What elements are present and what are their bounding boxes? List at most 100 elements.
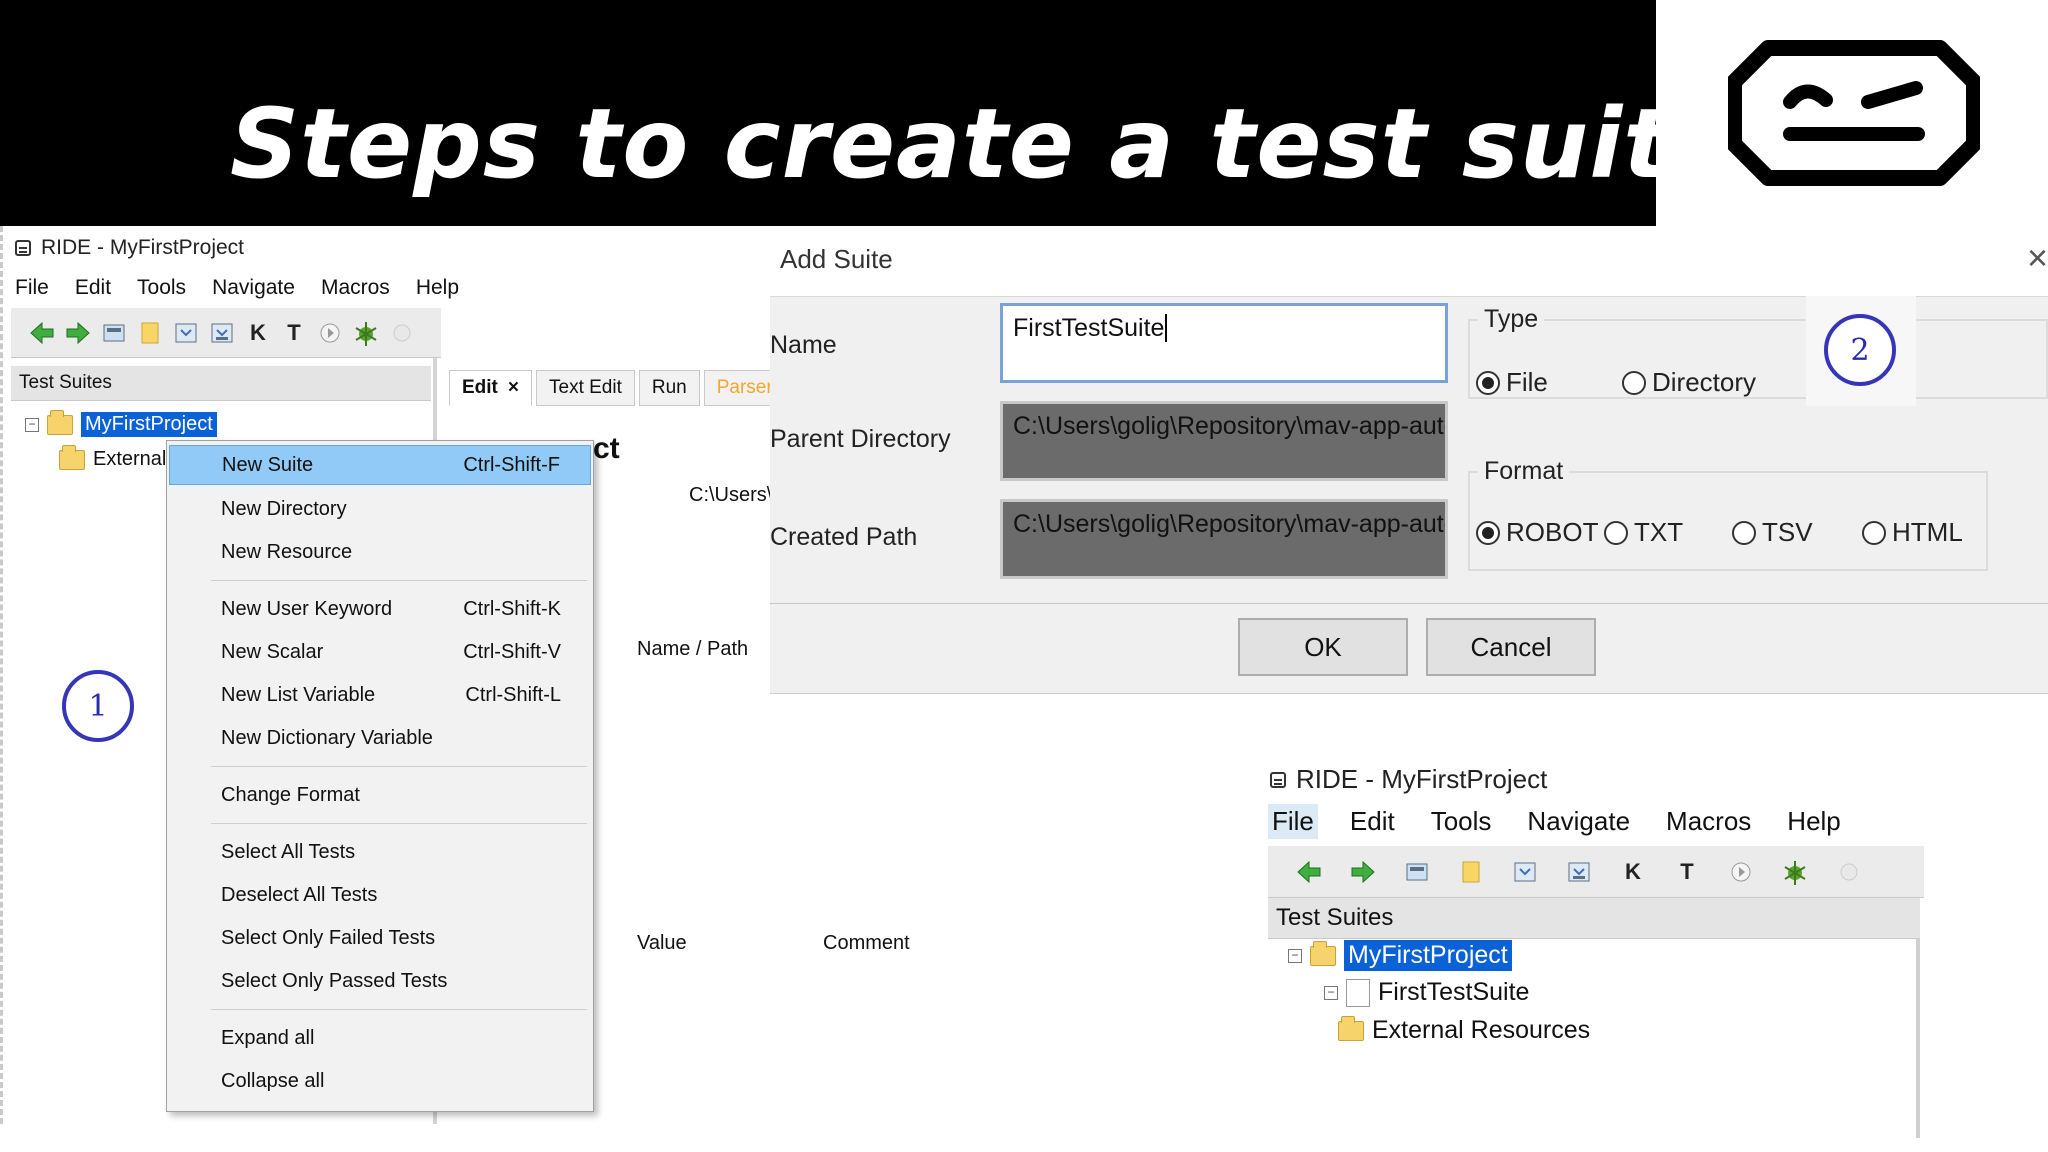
- menu-help[interactable]: Help: [412, 274, 463, 302]
- tree-row-project[interactable]: − MyFirstProject: [25, 409, 218, 438]
- menu-file[interactable]: File: [11, 274, 53, 302]
- tree-row-project[interactable]: − MyFirstProject: [1288, 939, 1513, 972]
- radio-selected-icon: [1476, 370, 1500, 395]
- menu-edit[interactable]: Edit: [71, 274, 115, 302]
- type-radio-directory[interactable]: Directory: [1622, 367, 1756, 398]
- project-heading: ct: [593, 432, 620, 465]
- close-icon[interactable]: ×: [2027, 240, 2048, 276]
- menu-separator: [211, 580, 587, 581]
- keyword-icon[interactable]: K: [245, 320, 271, 346]
- format-radio-robot[interactable]: ROBOT: [1476, 517, 1598, 548]
- tab-edit[interactable]: Edit ×: [449, 370, 532, 406]
- step-2-badge: 2: [1824, 314, 1896, 386]
- menu-item-label: Select All Tests: [221, 840, 356, 863]
- tab-run[interactable]: Run: [638, 370, 700, 406]
- menu-navigate[interactable]: Navigate: [208, 274, 299, 302]
- run-icon[interactable]: [317, 320, 343, 346]
- parent-directory-field: C:\Users\golig\Repository\mav-app-auto: [1000, 401, 1448, 481]
- tree-row-suite[interactable]: − FirstTestSuite: [1324, 978, 1529, 1007]
- tree-label-project[interactable]: MyFirstProject: [80, 411, 218, 438]
- menu-item-change-format[interactable]: Change Format: [169, 775, 591, 815]
- close-icon[interactable]: ×: [508, 377, 519, 399]
- bug-icon[interactable]: [353, 320, 379, 346]
- menu-item-label: New Suite: [222, 453, 314, 476]
- menu-item-label: New Dictionary Variable: [221, 726, 433, 749]
- menu-item-select-only-passed-tests[interactable]: Select Only Passed Tests: [169, 961, 591, 1001]
- menu-item-label: Expand all: [221, 1026, 315, 1049]
- menu-item-select-only-failed-tests[interactable]: Select Only Failed Tests: [169, 918, 591, 958]
- tree-label-project[interactable]: MyFirstProject: [1343, 939, 1513, 972]
- menu-item-new-directory[interactable]: New Directory: [169, 489, 591, 529]
- menu-item-new-suite[interactable]: New Suite Ctrl-Shift-F: [169, 445, 591, 485]
- format-radio-txt[interactable]: TXT: [1604, 517, 1683, 548]
- new-folder-icon[interactable]: [1458, 859, 1484, 885]
- tab-text-edit[interactable]: Text Edit: [536, 370, 635, 406]
- forward-arrow-icon[interactable]: [65, 320, 91, 346]
- resources-folder-icon: [1338, 1015, 1364, 1041]
- menu-tools[interactable]: Tools: [133, 274, 190, 302]
- radio-label: HTML: [1892, 517, 1963, 547]
- tree-label-external[interactable]: External Resources: [1372, 1016, 1590, 1045]
- menu-navigate[interactable]: Navigate: [1523, 804, 1634, 839]
- menu-item-expand-all[interactable]: Expand all: [169, 1018, 591, 1058]
- save-icon[interactable]: [1512, 859, 1538, 885]
- splitter[interactable]: [1916, 938, 1920, 1138]
- cancel-button[interactable]: Cancel: [1426, 618, 1596, 676]
- text-icon[interactable]: T: [1674, 859, 1700, 885]
- stop-icon[interactable]: [389, 320, 415, 346]
- test-suites-panel-title: Test Suites: [1268, 898, 1920, 939]
- radio-empty-icon: [1732, 520, 1756, 545]
- format-radio-tsv[interactable]: TSV: [1732, 517, 1813, 548]
- menu-tools[interactable]: Tools: [1427, 804, 1496, 839]
- save-all-icon[interactable]: [1566, 859, 1592, 885]
- menu-item-new-list-variable[interactable]: New List Variable Ctrl-Shift-L: [169, 675, 591, 715]
- collapse-icon[interactable]: −: [1324, 985, 1338, 1000]
- menu-macros[interactable]: Macros: [317, 274, 394, 302]
- stop-icon[interactable]: [1836, 859, 1862, 885]
- menu-item-label: New User Keyword: [221, 597, 393, 620]
- tree-label-suite[interactable]: FirstTestSuite: [1378, 978, 1529, 1007]
- menu-item-new-dictionary-variable[interactable]: New Dictionary Variable: [169, 718, 591, 758]
- menu-macros[interactable]: Macros: [1662, 804, 1755, 839]
- type-radio-file[interactable]: File: [1476, 367, 1548, 398]
- collapse-icon[interactable]: −: [25, 417, 39, 432]
- menu-help[interactable]: Help: [1783, 804, 1844, 839]
- forward-arrow-icon[interactable]: [1350, 859, 1376, 885]
- back-arrow-icon[interactable]: [29, 320, 55, 346]
- keyword-icon[interactable]: K: [1620, 859, 1646, 885]
- tree-row-external[interactable]: External Resources: [1338, 1015, 1590, 1045]
- open-icon[interactable]: [101, 320, 127, 346]
- format-radio-html[interactable]: HTML: [1862, 517, 1963, 548]
- open-icon[interactable]: [1404, 859, 1430, 885]
- bug-icon[interactable]: [1782, 859, 1808, 885]
- menu-item-select-all-tests[interactable]: Select All Tests: [169, 832, 591, 872]
- text-icon[interactable]: T: [281, 320, 307, 346]
- menu-edit[interactable]: Edit: [1346, 804, 1399, 839]
- radio-selected-icon: [1476, 520, 1500, 545]
- collapse-icon[interactable]: −: [1288, 948, 1302, 963]
- dialog-title: Add Suite: [780, 244, 893, 274]
- menu-item-new-resource[interactable]: New Resource: [169, 532, 591, 572]
- suite-file-icon: [1346, 978, 1370, 1007]
- format-group-title: Format: [1478, 457, 1570, 486]
- menu-item-deselect-all-tests[interactable]: Deselect All Tests: [169, 875, 591, 915]
- save-all-icon[interactable]: [209, 320, 235, 346]
- name-input-value: FirstTestSuite: [1013, 314, 1165, 342]
- name-input[interactable]: FirstTestSuite: [1000, 303, 1448, 383]
- project-folder-icon: [1310, 940, 1336, 966]
- menu-item-shortcut: Ctrl-Shift-V: [463, 640, 561, 663]
- menu-item-new-user-keyword[interactable]: New User Keyword Ctrl-Shift-K: [169, 589, 591, 629]
- save-icon[interactable]: [173, 320, 199, 346]
- menu-item-new-scalar[interactable]: New Scalar Ctrl-Shift-V: [169, 632, 591, 672]
- menu-item-collapse-all[interactable]: Collapse all: [169, 1061, 591, 1101]
- run-icon[interactable]: [1728, 859, 1754, 885]
- radio-label: Directory: [1652, 367, 1757, 397]
- menu-file[interactable]: File: [1268, 804, 1318, 839]
- new-folder-icon[interactable]: [137, 320, 163, 346]
- back-arrow-icon[interactable]: [1296, 859, 1322, 885]
- result-window-title: RIDE - MyFirstProject: [1270, 764, 1547, 795]
- window-title-text: RIDE - MyFirstProject: [41, 236, 245, 259]
- title-banner: Steps to create a test suite: [0, 0, 1735, 226]
- type-group-title: Type: [1478, 305, 1545, 334]
- ok-button[interactable]: OK: [1238, 618, 1408, 676]
